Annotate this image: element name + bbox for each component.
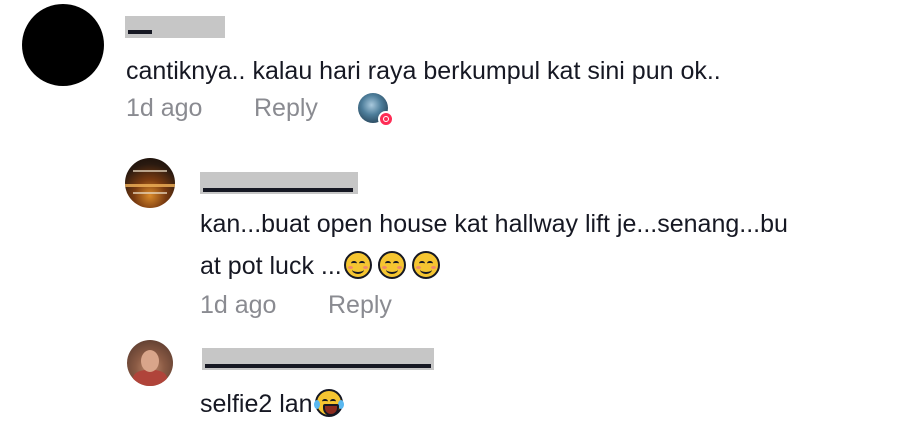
reply-button[interactable]: Reply [328,291,392,320]
heart-badge-icon [378,111,394,127]
username-fragment [203,188,353,192]
reply-text-fragment: selfie2 lan [200,390,313,418]
smiling-face-emoji [377,251,406,279]
reply-timestamp: 1d ago [200,291,277,319]
reply-button[interactable]: Reply [254,94,318,123]
avatar[interactable] [127,340,173,386]
username-fragment [128,30,152,34]
comment-timestamp: 1d ago [126,94,203,122]
face-with-tears-of-joy-emoji [313,389,344,417]
reply-text: selfie2 lan [200,383,344,425]
reply-text-fragment: at pot luck ... [200,252,342,280]
redacted-username[interactable] [125,16,225,38]
smiling-face-emoji [411,251,440,279]
smiling-face-emoji [343,251,372,279]
avatar[interactable] [125,158,175,208]
reply-text-line-1: kan...buat open house kat hallway lift j… [200,210,788,238]
username-fragment [205,364,431,368]
creator-liked-heart-icon [358,93,396,129]
comment-text: cantiknya.. kalau hari raya berkumpul ka… [126,57,721,85]
avatar[interactable] [22,4,104,86]
reply-text-line-2: at pot luck ... [200,245,440,287]
